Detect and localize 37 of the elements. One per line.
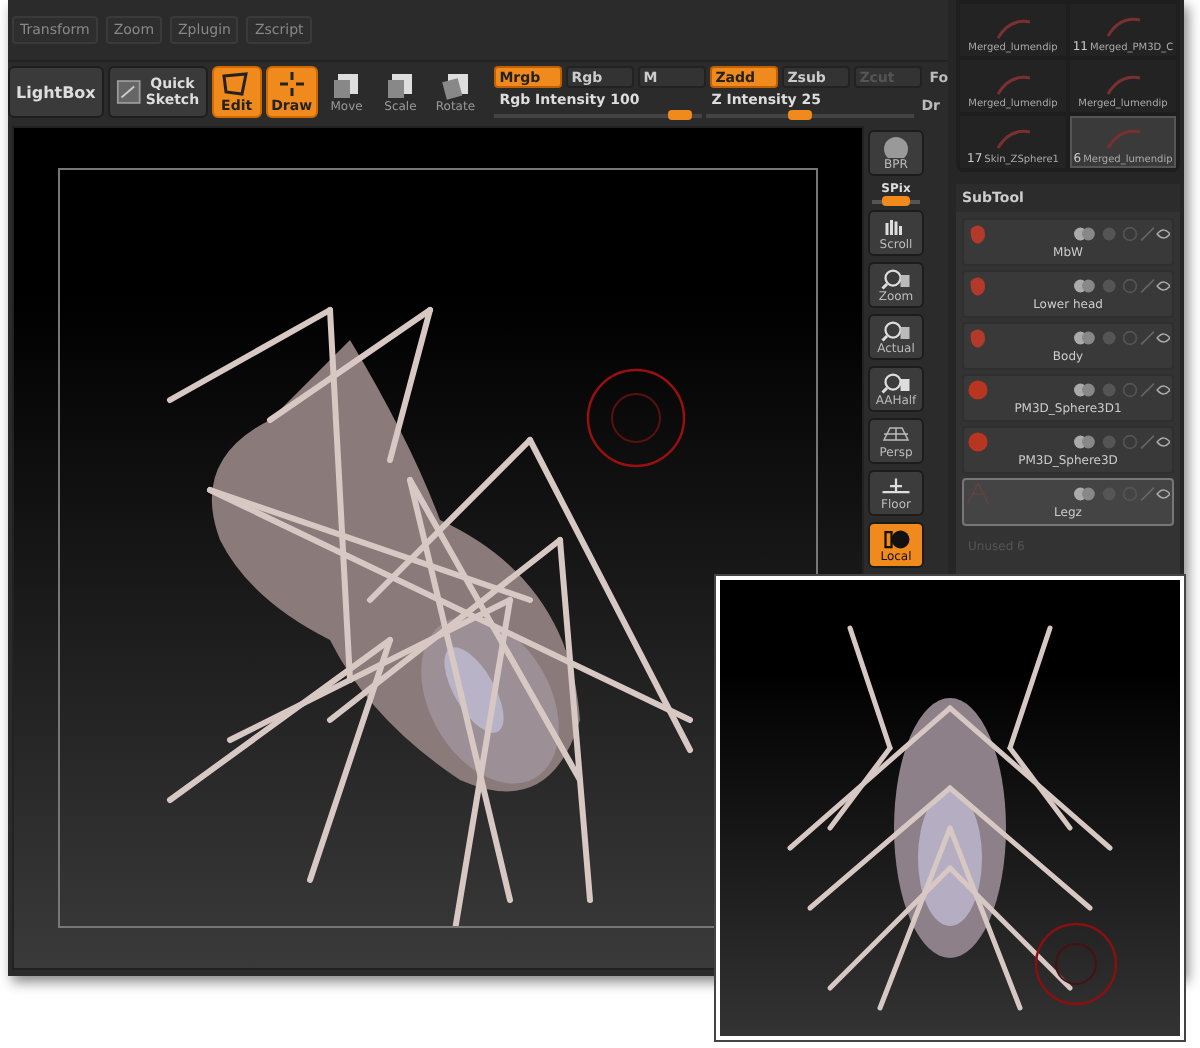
blob-thumbnail-icon <box>966 274 990 298</box>
model-preview-icon <box>1103 124 1143 152</box>
toggle-icons-drawing <box>1074 434 1170 450</box>
toggle-icons-drawing <box>1074 226 1170 242</box>
slider-thumb[interactable] <box>787 110 811 120</box>
blob-thumbnail-icon <box>966 222 990 246</box>
toggle-icons-drawing <box>1074 486 1170 502</box>
model-preview-icon <box>993 70 1033 98</box>
blob-thumbnail-icon <box>966 326 990 350</box>
magnifier-icon <box>880 370 912 394</box>
model-preview-icon <box>993 14 1033 42</box>
floor-icon <box>880 474 912 498</box>
toggle-icons-drawing <box>1074 382 1170 398</box>
crosshair-icon <box>277 70 306 98</box>
model-preview-icon <box>1103 12 1143 40</box>
model-preview-icon <box>993 124 1033 152</box>
magnifier-icon <box>880 318 912 342</box>
move-icon <box>332 71 361 99</box>
model-preview-icon <box>1103 70 1143 98</box>
sphere-thumbnail-icon <box>966 378 990 402</box>
toggle-icons-drawing <box>1074 278 1170 294</box>
toggle-icons-drawing <box>1074 330 1170 346</box>
brush-cursor-icon <box>584 366 688 470</box>
slider-thumb[interactable] <box>882 196 910 206</box>
grid-plane-icon <box>880 422 912 446</box>
local-pivot-icon <box>880 526 912 550</box>
toolbar-button[interactable]: LightBox <box>8 66 104 118</box>
sketch-icon <box>115 78 142 106</box>
edit-frame-icon <box>220 70 253 98</box>
scale-icon <box>386 71 415 99</box>
rotate-icon <box>441 71 470 99</box>
slider-thumb[interactable] <box>668 110 693 120</box>
legs-thumbnail-icon <box>966 482 990 506</box>
viewport-canvas[interactable] <box>12 126 864 970</box>
magnifier-icon <box>880 266 912 290</box>
brush-cursor-icon <box>1032 920 1120 1008</box>
sphere-thumbnail-icon <box>966 430 990 454</box>
